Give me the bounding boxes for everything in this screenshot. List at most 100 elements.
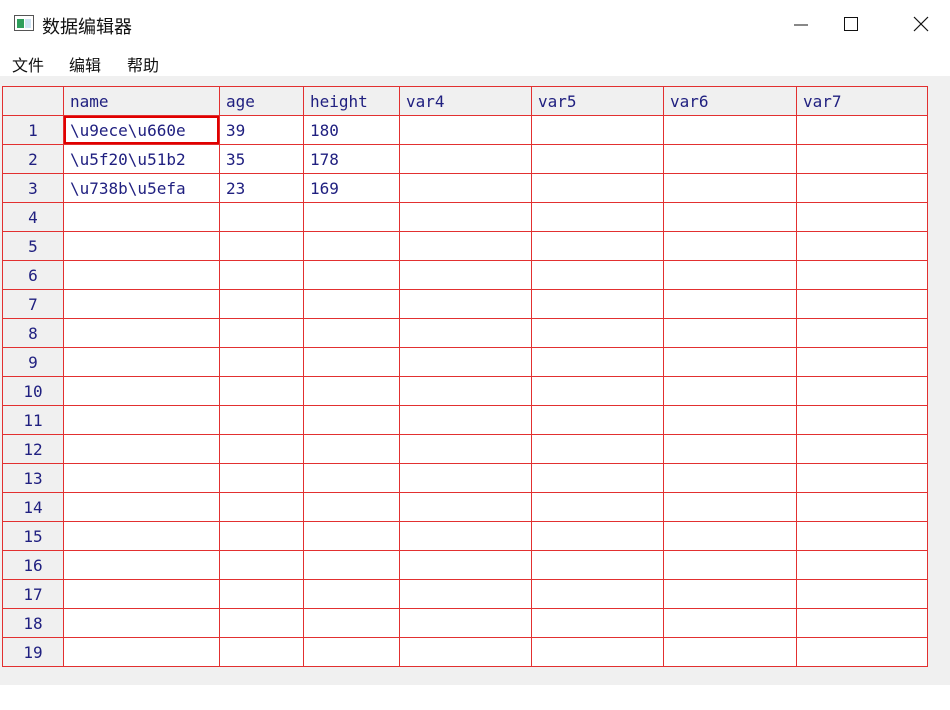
grid-cell[interactable] (399, 173, 532, 203)
menu-edit[interactable]: 编辑 (69, 52, 101, 76)
grid-cell[interactable] (796, 405, 928, 435)
row-header[interactable]: 9 (2, 347, 64, 377)
grid-cell[interactable] (531, 347, 664, 377)
grid-cell[interactable] (219, 434, 304, 464)
grid-cell[interactable] (303, 260, 400, 290)
selected-cell[interactable]: \u9ece\u660e (63, 115, 220, 145)
grid-cell[interactable] (663, 376, 797, 406)
grid-cell[interactable] (399, 579, 532, 609)
row-header[interactable]: 15 (2, 521, 64, 551)
grid-cell[interactable] (63, 231, 220, 261)
grid-cell[interactable] (531, 405, 664, 435)
grid-cell[interactable] (531, 318, 664, 348)
grid-cell[interactable] (399, 463, 532, 493)
grid-cell[interactable] (63, 405, 220, 435)
grid-cell[interactable] (531, 144, 664, 174)
row-header[interactable]: 8 (2, 318, 64, 348)
grid-cell[interactable] (796, 376, 928, 406)
grid-cell[interactable] (303, 492, 400, 522)
grid-cell[interactable]: 180 (303, 115, 400, 145)
row-header[interactable]: 14 (2, 492, 64, 522)
row-header[interactable]: 4 (2, 202, 64, 232)
grid-cell[interactable] (663, 637, 797, 667)
grid-cell[interactable] (303, 550, 400, 580)
grid-cell[interactable] (219, 376, 304, 406)
grid-cell[interactable] (796, 637, 928, 667)
row-header[interactable]: 1 (2, 115, 64, 145)
grid-cell[interactable] (399, 434, 532, 464)
row-header[interactable]: 2 (2, 144, 64, 174)
grid-cell[interactable] (796, 550, 928, 580)
grid-cell[interactable] (663, 463, 797, 493)
row-header[interactable]: 11 (2, 405, 64, 435)
grid-cell[interactable]: 178 (303, 144, 400, 174)
grid-cell[interactable] (663, 202, 797, 232)
maximize-button[interactable] (828, 0, 874, 48)
grid-cell[interactable] (663, 260, 797, 290)
row-header[interactable]: 18 (2, 608, 64, 638)
grid-cell[interactable] (63, 376, 220, 406)
grid-corner[interactable] (2, 86, 64, 116)
grid-cell[interactable] (796, 260, 928, 290)
grid-cell[interactable] (63, 260, 220, 290)
grid-cell[interactable] (219, 579, 304, 609)
grid-cell[interactable] (531, 434, 664, 464)
grid-cell[interactable]: 35 (219, 144, 304, 174)
grid-cell[interactable] (796, 463, 928, 493)
grid-cell[interactable] (399, 405, 532, 435)
grid-cell[interactable] (399, 318, 532, 348)
grid-cell[interactable] (531, 202, 664, 232)
grid-cell[interactable] (219, 463, 304, 493)
grid-cell[interactable] (531, 492, 664, 522)
column-header-var6[interactable]: var6 (663, 86, 797, 116)
grid-cell[interactable] (219, 521, 304, 551)
grid-cell[interactable] (663, 318, 797, 348)
grid-cell[interactable] (399, 202, 532, 232)
grid-cell[interactable] (303, 202, 400, 232)
grid-cell[interactable] (399, 289, 532, 319)
grid-cell[interactable] (63, 608, 220, 638)
grid-cell[interactable] (219, 637, 304, 667)
row-header[interactable]: 17 (2, 579, 64, 609)
grid-cell[interactable] (663, 579, 797, 609)
column-header-name[interactable]: name (63, 86, 220, 116)
grid-cell[interactable] (796, 492, 928, 522)
grid-cell[interactable] (663, 347, 797, 377)
grid-cell[interactable] (663, 405, 797, 435)
grid-cell[interactable] (531, 463, 664, 493)
grid-cell[interactable] (663, 521, 797, 551)
grid-cell[interactable] (399, 492, 532, 522)
grid-cell[interactable] (796, 608, 928, 638)
grid-cell[interactable] (531, 173, 664, 203)
column-header-var4[interactable]: var4 (399, 86, 532, 116)
grid-cell[interactable] (303, 637, 400, 667)
grid-cell[interactable] (399, 550, 532, 580)
grid-cell[interactable] (796, 115, 928, 145)
grid-cell[interactable] (63, 347, 220, 377)
grid-cell[interactable] (663, 434, 797, 464)
grid-cell[interactable] (663, 492, 797, 522)
grid-cell[interactable] (303, 347, 400, 377)
grid-cell[interactable] (663, 144, 797, 174)
grid-cell[interactable] (796, 173, 928, 203)
grid-cell[interactable] (63, 318, 220, 348)
grid-cell[interactable] (219, 550, 304, 580)
grid-cell[interactable] (531, 579, 664, 609)
grid-cell[interactable]: \u738b\u5efa (63, 173, 220, 203)
grid-cell[interactable] (531, 608, 664, 638)
column-header-age[interactable]: age (219, 86, 304, 116)
grid-cell[interactable] (399, 376, 532, 406)
grid-cell[interactable] (63, 492, 220, 522)
grid-cell[interactable] (796, 521, 928, 551)
row-header[interactable]: 10 (2, 376, 64, 406)
grid-cell[interactable] (531, 260, 664, 290)
grid-cell[interactable] (219, 260, 304, 290)
grid-cell[interactable] (63, 463, 220, 493)
grid-cell[interactable] (63, 637, 220, 667)
grid-cell[interactable] (63, 202, 220, 232)
grid-cell[interactable]: 23 (219, 173, 304, 203)
grid-cell[interactable] (303, 376, 400, 406)
grid-cell[interactable] (399, 231, 532, 261)
grid-cell[interactable] (796, 579, 928, 609)
menu-file[interactable]: 文件 (12, 52, 44, 76)
